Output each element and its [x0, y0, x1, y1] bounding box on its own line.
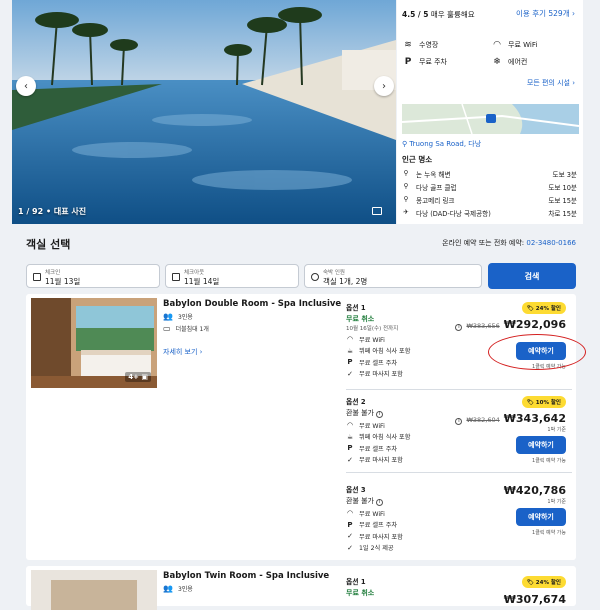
map-thumbnail[interactable] — [402, 104, 579, 134]
rate-option-2: 옵션 2 환불 불가 i ◠ 무료 WiFi ☕ 뷔페 아침 식사 포함 P 무료 셀… — [346, 396, 566, 464]
wifi-icon: ◠ — [346, 509, 354, 517]
amenity-wifi: ◠ 무료 WiFi — [493, 40, 538, 50]
parking-icon: P — [347, 520, 353, 529]
room-name: Babylon Double Room - Spa Inclusive — [163, 299, 342, 309]
highlight-annotation — [488, 334, 586, 370]
wifi-icon: ◠ — [493, 40, 501, 50]
room-card: 4+ ▣ Babylon Double Room - Spa Inclusive… — [26, 294, 576, 560]
parking-icon: P — [404, 57, 412, 67]
all-amenities-link[interactable]: 모든 편의 시설 › — [527, 78, 575, 88]
nearby-title: 인근 명소 — [402, 155, 433, 164]
discount-badge: 🏷 24% 할인 — [521, 302, 566, 314]
hotel-summary-panel: 4.5 / 5 매우 훌륭해요 이용 후기 529개 › ≋ 수영장 ◠ 무료 Wi… — [397, 0, 583, 224]
divider — [346, 389, 572, 390]
info-icon[interactable]: i — [376, 411, 384, 418]
search-button[interactable]: 검색 — [488, 263, 576, 289]
parking-icon: P — [347, 444, 353, 452]
price-row: i ₩383,656 ₩292,096 — [455, 318, 566, 331]
discount-badge: 🏷 10% 할인 — [521, 396, 566, 408]
parking-icon: P — [347, 358, 353, 366]
nearby-item: ⚲ 논 누옥 해변 도보 3분 — [403, 169, 577, 179]
room-card: Babylon Twin Room - Spa Inclusive 👥 3인용 옵… — [26, 566, 576, 610]
discount-badge: 🏷 24% 할인 — [521, 576, 566, 588]
photo-count-badge: 4+ ▣ — [125, 372, 151, 382]
plane-icon: ✈ — [403, 208, 409, 216]
amenity-pool: ≋ 수영장 — [404, 40, 439, 50]
rate-option-3: 옵션 3 환불 불가 i ◠ 무료 WiFi P 무료 셀프 주차 ✓ 무료 마사지 … — [346, 484, 566, 552]
room-details-link[interactable]: 자세히 보기 › — [163, 347, 202, 357]
chevron-right-icon: › — [382, 80, 386, 92]
rating: 4.5 / 5 매우 훌륭해요 — [402, 10, 475, 19]
book-button[interactable]: 예약하기 — [516, 436, 566, 454]
divider — [346, 472, 572, 473]
room-photo-drawing — [31, 570, 157, 610]
people-icon: 👥 — [163, 312, 173, 321]
ac-icon: ❄ — [493, 57, 501, 67]
people-icon: 👥 — [163, 584, 173, 593]
info-icon[interactable]: i — [455, 418, 463, 425]
room-photo[interactable]: 4+ ▣ — [31, 298, 157, 388]
map-drawing — [402, 104, 579, 134]
nearby-item: ⚲ 다낭 골프 클럽 도보 10분 — [403, 182, 577, 192]
nearby-item: ✈ 다낭 (DAD-다낭 국제공항) 차로 15분 — [403, 208, 577, 218]
amenity-ac: ❄ 에어컨 — [493, 57, 528, 67]
book-button[interactable]: 예약하기 — [516, 508, 566, 526]
chevron-left-icon: ‹ — [24, 80, 28, 92]
pin-icon: ⚲ — [403, 195, 409, 203]
next-photo-button[interactable]: › — [374, 76, 394, 96]
address-link[interactable]: ⚲ Truong Sa Road, 다낭 — [402, 139, 481, 149]
room-bed: ▭ 더블침대 1개 — [163, 324, 209, 333]
room-capacity: 👥 3인용 — [163, 312, 193, 321]
pin-icon: ⚲ — [402, 140, 408, 148]
price-row: ₩420,786 — [503, 484, 566, 497]
hero-gallery[interactable]: ‹ › 1 / 92 • 대표 사진 — [12, 0, 396, 224]
room-name: Babylon Twin Room - Spa Inclusive — [163, 571, 330, 581]
hero-photo — [12, 0, 396, 224]
checkout-field[interactable]: 체크아웃 11월 14일 — [165, 264, 299, 288]
info-icon[interactable]: i — [455, 324, 463, 331]
calendar-icon — [33, 273, 41, 281]
nearby-item: ⚲ 몽고메리 링크 도보 15분 — [403, 195, 577, 205]
amenity-parking: P 무료 주차 — [404, 57, 447, 67]
room-photo[interactable] — [31, 570, 157, 610]
wifi-icon: ◠ — [346, 335, 354, 343]
pin-icon: ⚲ — [403, 169, 409, 177]
phone-booking: 온라인 예약 또는 전화 예약: 02-3480-0166 — [442, 239, 576, 247]
check-icon: ✓ — [347, 455, 353, 464]
check-icon: ✓ — [347, 369, 353, 378]
gallery-icon[interactable] — [372, 207, 382, 215]
rate-option-1: 옵션 1 무료 취소 🏷 24% 할인 ₩307,674 — [346, 576, 566, 606]
room-select-title: 객실 선택 — [26, 238, 71, 251]
guests-field[interactable]: 숙박 인원 객실 1개, 2명 — [304, 264, 482, 288]
phone-number-link[interactable]: 02-3480-0166 — [526, 239, 576, 247]
wifi-icon: ◠ — [346, 421, 354, 429]
checkin-field[interactable]: 체크인 11월 13일 — [26, 264, 160, 288]
reviews-link[interactable]: 이용 후기 529개 › — [516, 8, 575, 19]
breakfast-icon: ☕ — [346, 432, 354, 441]
calendar-icon — [172, 273, 180, 281]
person-icon — [311, 273, 319, 281]
prev-photo-button[interactable]: ‹ — [16, 76, 36, 96]
room-capacity: 👥 3인용 — [163, 584, 193, 593]
photo-counter: 1 / 92 • 대표 사진 — [18, 207, 87, 216]
breakfast-icon: ☕ — [346, 346, 354, 355]
bed-icon: ▭ — [163, 324, 171, 333]
pin-icon: ⚲ — [403, 182, 409, 190]
pool-icon: ≋ — [404, 40, 412, 50]
check-icon: ✓ — [347, 543, 353, 552]
check-icon: ✓ — [347, 532, 353, 540]
info-icon[interactable]: i — [376, 499, 384, 506]
price-row: i ₩382,604 ₩343,642 — [455, 412, 566, 425]
